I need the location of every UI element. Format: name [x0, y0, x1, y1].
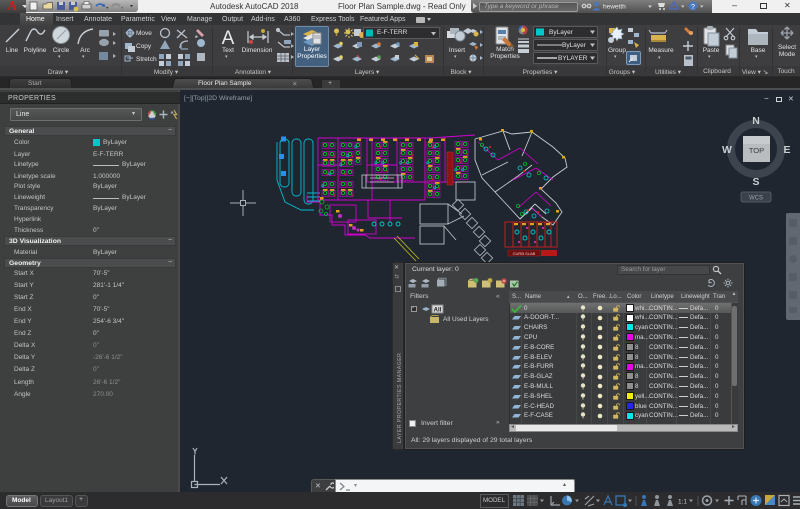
svg-text:?: ? [691, 4, 695, 11]
svg-text:N: N [752, 115, 760, 127]
svg-text:CURB SLAB: CURB SLAB [513, 251, 536, 256]
svg-text:hewetth: hewetth [603, 4, 626, 11]
svg-text:1:1: 1:1 [678, 499, 687, 506]
svg-text:S: S [752, 176, 759, 188]
svg-text:TOP: TOP [749, 146, 764, 155]
svg-text:W: W [722, 144, 732, 156]
svg-text:A: A [222, 28, 235, 49]
svg-text:E: E [783, 144, 790, 156]
svg-text:All: All [434, 308, 442, 314]
svg-text:WCS: WCS [749, 196, 763, 202]
